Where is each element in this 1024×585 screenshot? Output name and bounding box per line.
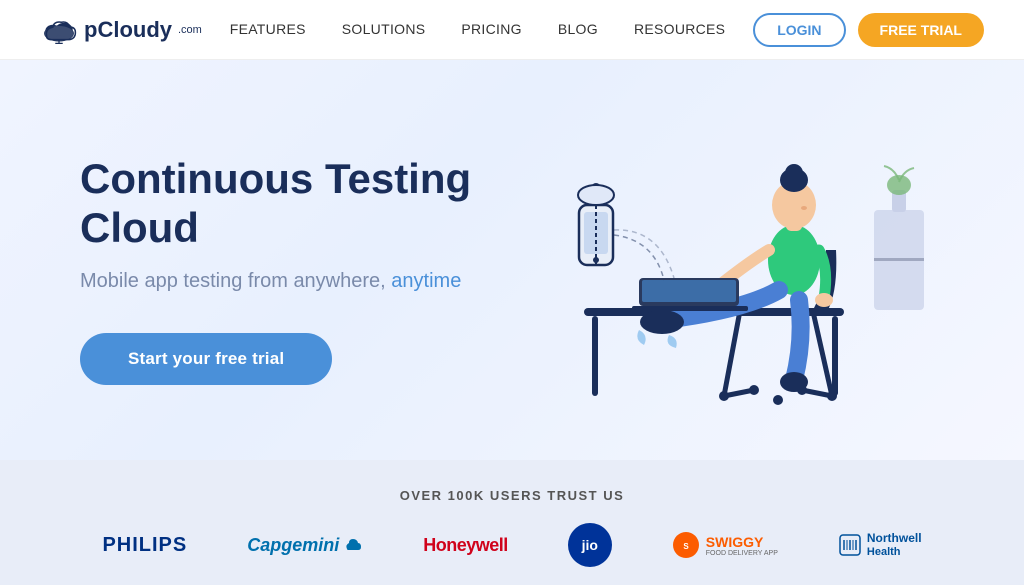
nav-item-solutions[interactable]: SOLUTIONS <box>342 21 426 39</box>
trust-title: OVER 100K USERS TRUST US <box>40 488 984 503</box>
hero-title: Continuous Testing Cloud <box>80 155 484 252</box>
nav-item-blog[interactable]: BLOG <box>558 21 598 39</box>
logo-jio: jio <box>568 523 612 567</box>
logo-northwell: Northwell Health <box>838 531 922 559</box>
nav-links: FEATURES SOLUTIONS PRICING BLOG RESOURCE… <box>230 21 726 39</box>
hero-subtitle: Mobile app testing from anywhere, anytim… <box>80 270 484 293</box>
trust-logos: PHILIPS Capgemini Honeywell jio S SWIGGY… <box>40 523 984 567</box>
hero-section: Continuous Testing Cloud Mobile app test… <box>0 60 1024 460</box>
hero-subtitle-highlight: anytime <box>391 270 461 292</box>
logo[interactable]: pCloudy .com <box>40 16 202 44</box>
illustration-svg <box>484 110 944 430</box>
nav-actions: LOGIN FREE TRIAL <box>753 13 984 47</box>
svg-text:S: S <box>683 542 689 551</box>
hero-illustration <box>484 110 944 430</box>
brand-name: pCloudy <box>84 17 172 43</box>
hero-content: Continuous Testing Cloud Mobile app test… <box>80 155 484 385</box>
nav-item-features[interactable]: FEATURES <box>230 21 306 39</box>
hero-subtitle-text: Mobile app testing from anywhere, <box>80 270 391 292</box>
nav-item-pricing[interactable]: PRICING <box>461 21 521 39</box>
capgemini-cloud-icon <box>343 535 363 555</box>
trust-section: OVER 100K USERS TRUST US PHILIPS Capgemi… <box>0 460 1024 585</box>
swiggy-icon: S <box>672 531 700 559</box>
northwell-icon <box>838 533 862 557</box>
logo-cloud-icon <box>40 16 78 44</box>
brand-suffix: .com <box>178 24 202 36</box>
logo-honeywell: Honeywell <box>423 535 508 556</box>
navbar: pCloudy .com FEATURES SOLUTIONS PRICING B… <box>0 0 1024 60</box>
logo-swiggy: S SWIGGY FOOD DELIVERY APP <box>672 531 778 559</box>
logo-philips: PHILIPS <box>102 534 187 557</box>
start-trial-button[interactable]: Start your free trial <box>80 333 332 385</box>
free-trial-button[interactable]: FREE TRIAL <box>858 13 984 47</box>
login-button[interactable]: LOGIN <box>753 13 845 47</box>
logo-capgemini: Capgemini <box>247 535 363 556</box>
nav-item-resources[interactable]: RESOURCES <box>634 21 725 39</box>
